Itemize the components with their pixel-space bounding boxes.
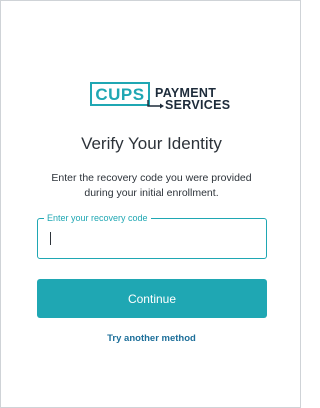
cups-payment-services-logo: CUPS PAYMENT SERVICES xyxy=(90,82,230,112)
continue-button[interactable]: Continue xyxy=(37,279,267,318)
logo-mark-text: CUPS xyxy=(95,84,145,104)
login-card: CUPS PAYMENT SERVICES Verify Your Identi… xyxy=(0,0,301,408)
recovery-code-field[interactable]: Enter your recovery code xyxy=(37,212,267,259)
logo-text-line2: SERVICES xyxy=(165,98,231,112)
text-cursor xyxy=(50,232,51,245)
try-another-method-link[interactable]: Try another method xyxy=(1,333,302,344)
page-description: Enter the recovery code you were provide… xyxy=(51,172,252,199)
logo-mark: CUPS xyxy=(90,82,150,106)
recovery-code-label: Enter your recovery code xyxy=(44,212,151,224)
recovery-code-input[interactable] xyxy=(48,231,248,247)
page-title: Verify Your Identity xyxy=(81,134,222,153)
